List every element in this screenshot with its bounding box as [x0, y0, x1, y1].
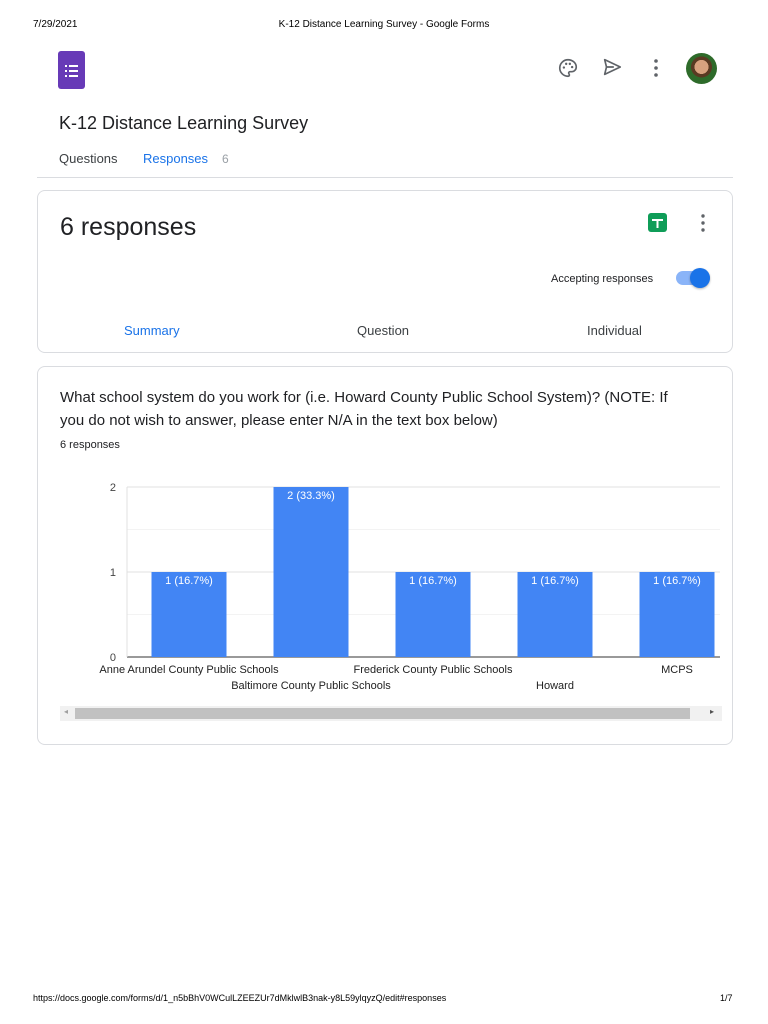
print-url: https://docs.google.com/forms/d/1_n5bBhV…	[33, 993, 447, 1003]
user-avatar[interactable]	[686, 53, 717, 84]
more-vert-icon[interactable]	[646, 57, 666, 84]
y-tick-label: 0	[110, 652, 116, 664]
tab-responses[interactable]: Responses	[143, 151, 208, 166]
tab-questions[interactable]: Questions	[59, 151, 118, 166]
y-tick-label: 2	[110, 482, 116, 494]
x-tick-label: MCPS	[661, 664, 693, 676]
form-title: K-12 Distance Learning Survey	[59, 113, 309, 133]
accepting-responses-toggle[interactable]	[676, 268, 710, 288]
x-tick-label: Howard	[536, 680, 574, 692]
scroll-right-arrow-icon[interactable]: ▸	[710, 707, 714, 716]
x-tick-label: Anne Arundel County Public Schools	[99, 664, 279, 676]
x-tick-label: Frederick County Public Schools	[354, 664, 513, 676]
subtab-summary[interactable]: Summary	[124, 323, 180, 338]
send-icon[interactable]	[601, 56, 623, 83]
subtab-question[interactable]: Question	[357, 323, 409, 338]
more-vert-icon[interactable]	[693, 213, 713, 238]
print-title: K-12 Distance Learning Survey - Google F…	[278, 19, 490, 30]
chart-horizontal-scrollbar[interactable]: ◂ ▸	[60, 706, 722, 721]
question-text: What school system do you work for (i.e.…	[60, 389, 668, 429]
scroll-left-arrow-icon[interactable]: ◂	[64, 707, 68, 716]
forms-logo-icon[interactable]	[58, 51, 85, 89]
data-label: 1 (16.7%)	[531, 575, 579, 587]
bar-chart: 0 1 2 1 (16.7%) Anne Arundel County Public S…	[99, 482, 720, 692]
sheets-icon[interactable]	[648, 213, 667, 232]
bar	[273, 487, 349, 657]
responses-count-badge: 6	[222, 152, 229, 166]
tabs-divider	[37, 177, 733, 178]
responses-summary-card: 6 responses Accepting responses Summary …	[37, 190, 733, 353]
question-response-count: 6 responses	[60, 439, 120, 451]
palette-icon[interactable]	[557, 57, 579, 84]
print-page-number: 1/7	[720, 993, 733, 1003]
data-label: 1 (16.7%)	[653, 575, 701, 587]
data-label: 1 (16.7%)	[409, 575, 457, 587]
subtab-individual[interactable]: Individual	[587, 323, 642, 338]
scrollbar-thumb[interactable]	[75, 708, 690, 719]
x-tick-label: Baltimore County Public Schools	[231, 680, 391, 692]
data-label: 1 (16.7%)	[165, 575, 213, 587]
accepting-responses-label: Accepting responses	[551, 273, 654, 285]
y-tick-label: 1	[110, 567, 116, 579]
data-label: 2 (33.3%)	[287, 490, 335, 502]
responses-heading: 6 responses	[60, 213, 197, 241]
